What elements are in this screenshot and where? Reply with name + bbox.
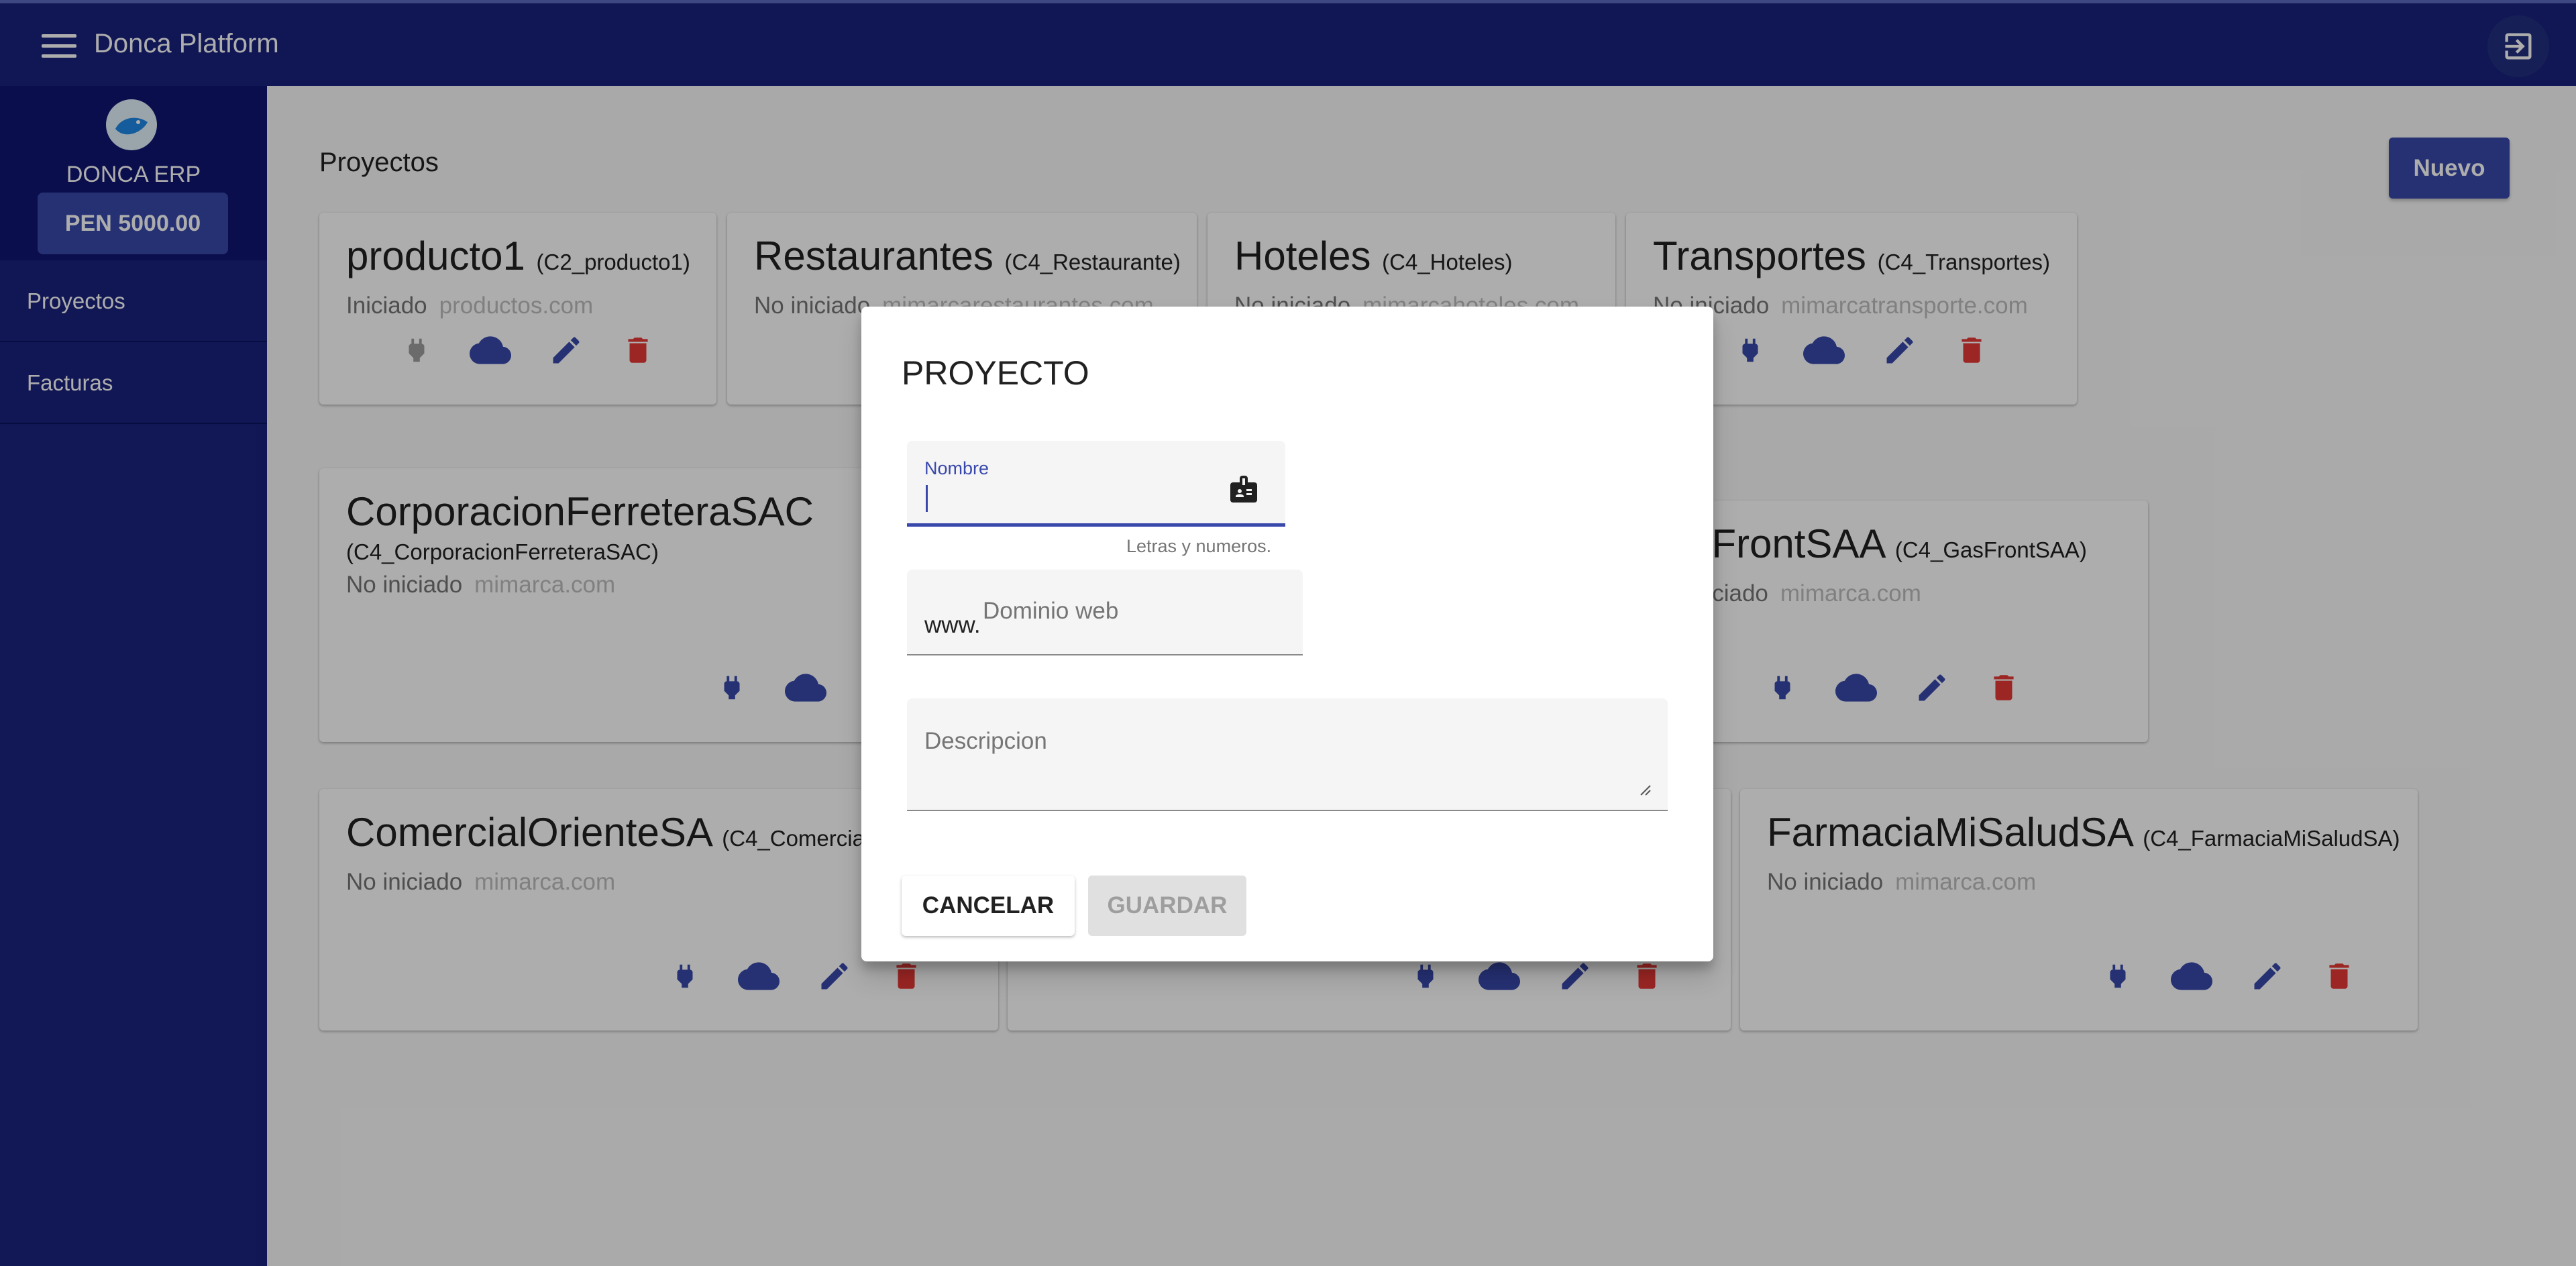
descripcion-placeholder: Descripcion: [924, 728, 1047, 754]
www-prefix: www.: [924, 612, 981, 638]
descripcion-field[interactable]: Descripcion: [907, 698, 1668, 811]
cancel-button[interactable]: CANCELAR: [902, 876, 1075, 936]
id-card-icon: [1230, 476, 1257, 503]
dominio-placeholder: Dominio web: [983, 598, 1119, 624]
project-dialog: PROYECTO Nombre Letras y numeros. www. D…: [861, 307, 1713, 961]
nombre-field[interactable]: Nombre: [907, 441, 1285, 527]
resize-handle-icon[interactable]: [1637, 782, 1652, 796]
nombre-hint: Letras y numeros.: [1126, 536, 1272, 556]
dominio-field[interactable]: www. Dominio web: [907, 570, 1303, 655]
dialog-title: PROYECTO: [902, 354, 1089, 392]
nombre-label: Nombre: [924, 458, 989, 478]
save-button[interactable]: GUARDAR: [1088, 876, 1246, 936]
text-cursor: [926, 485, 928, 512]
